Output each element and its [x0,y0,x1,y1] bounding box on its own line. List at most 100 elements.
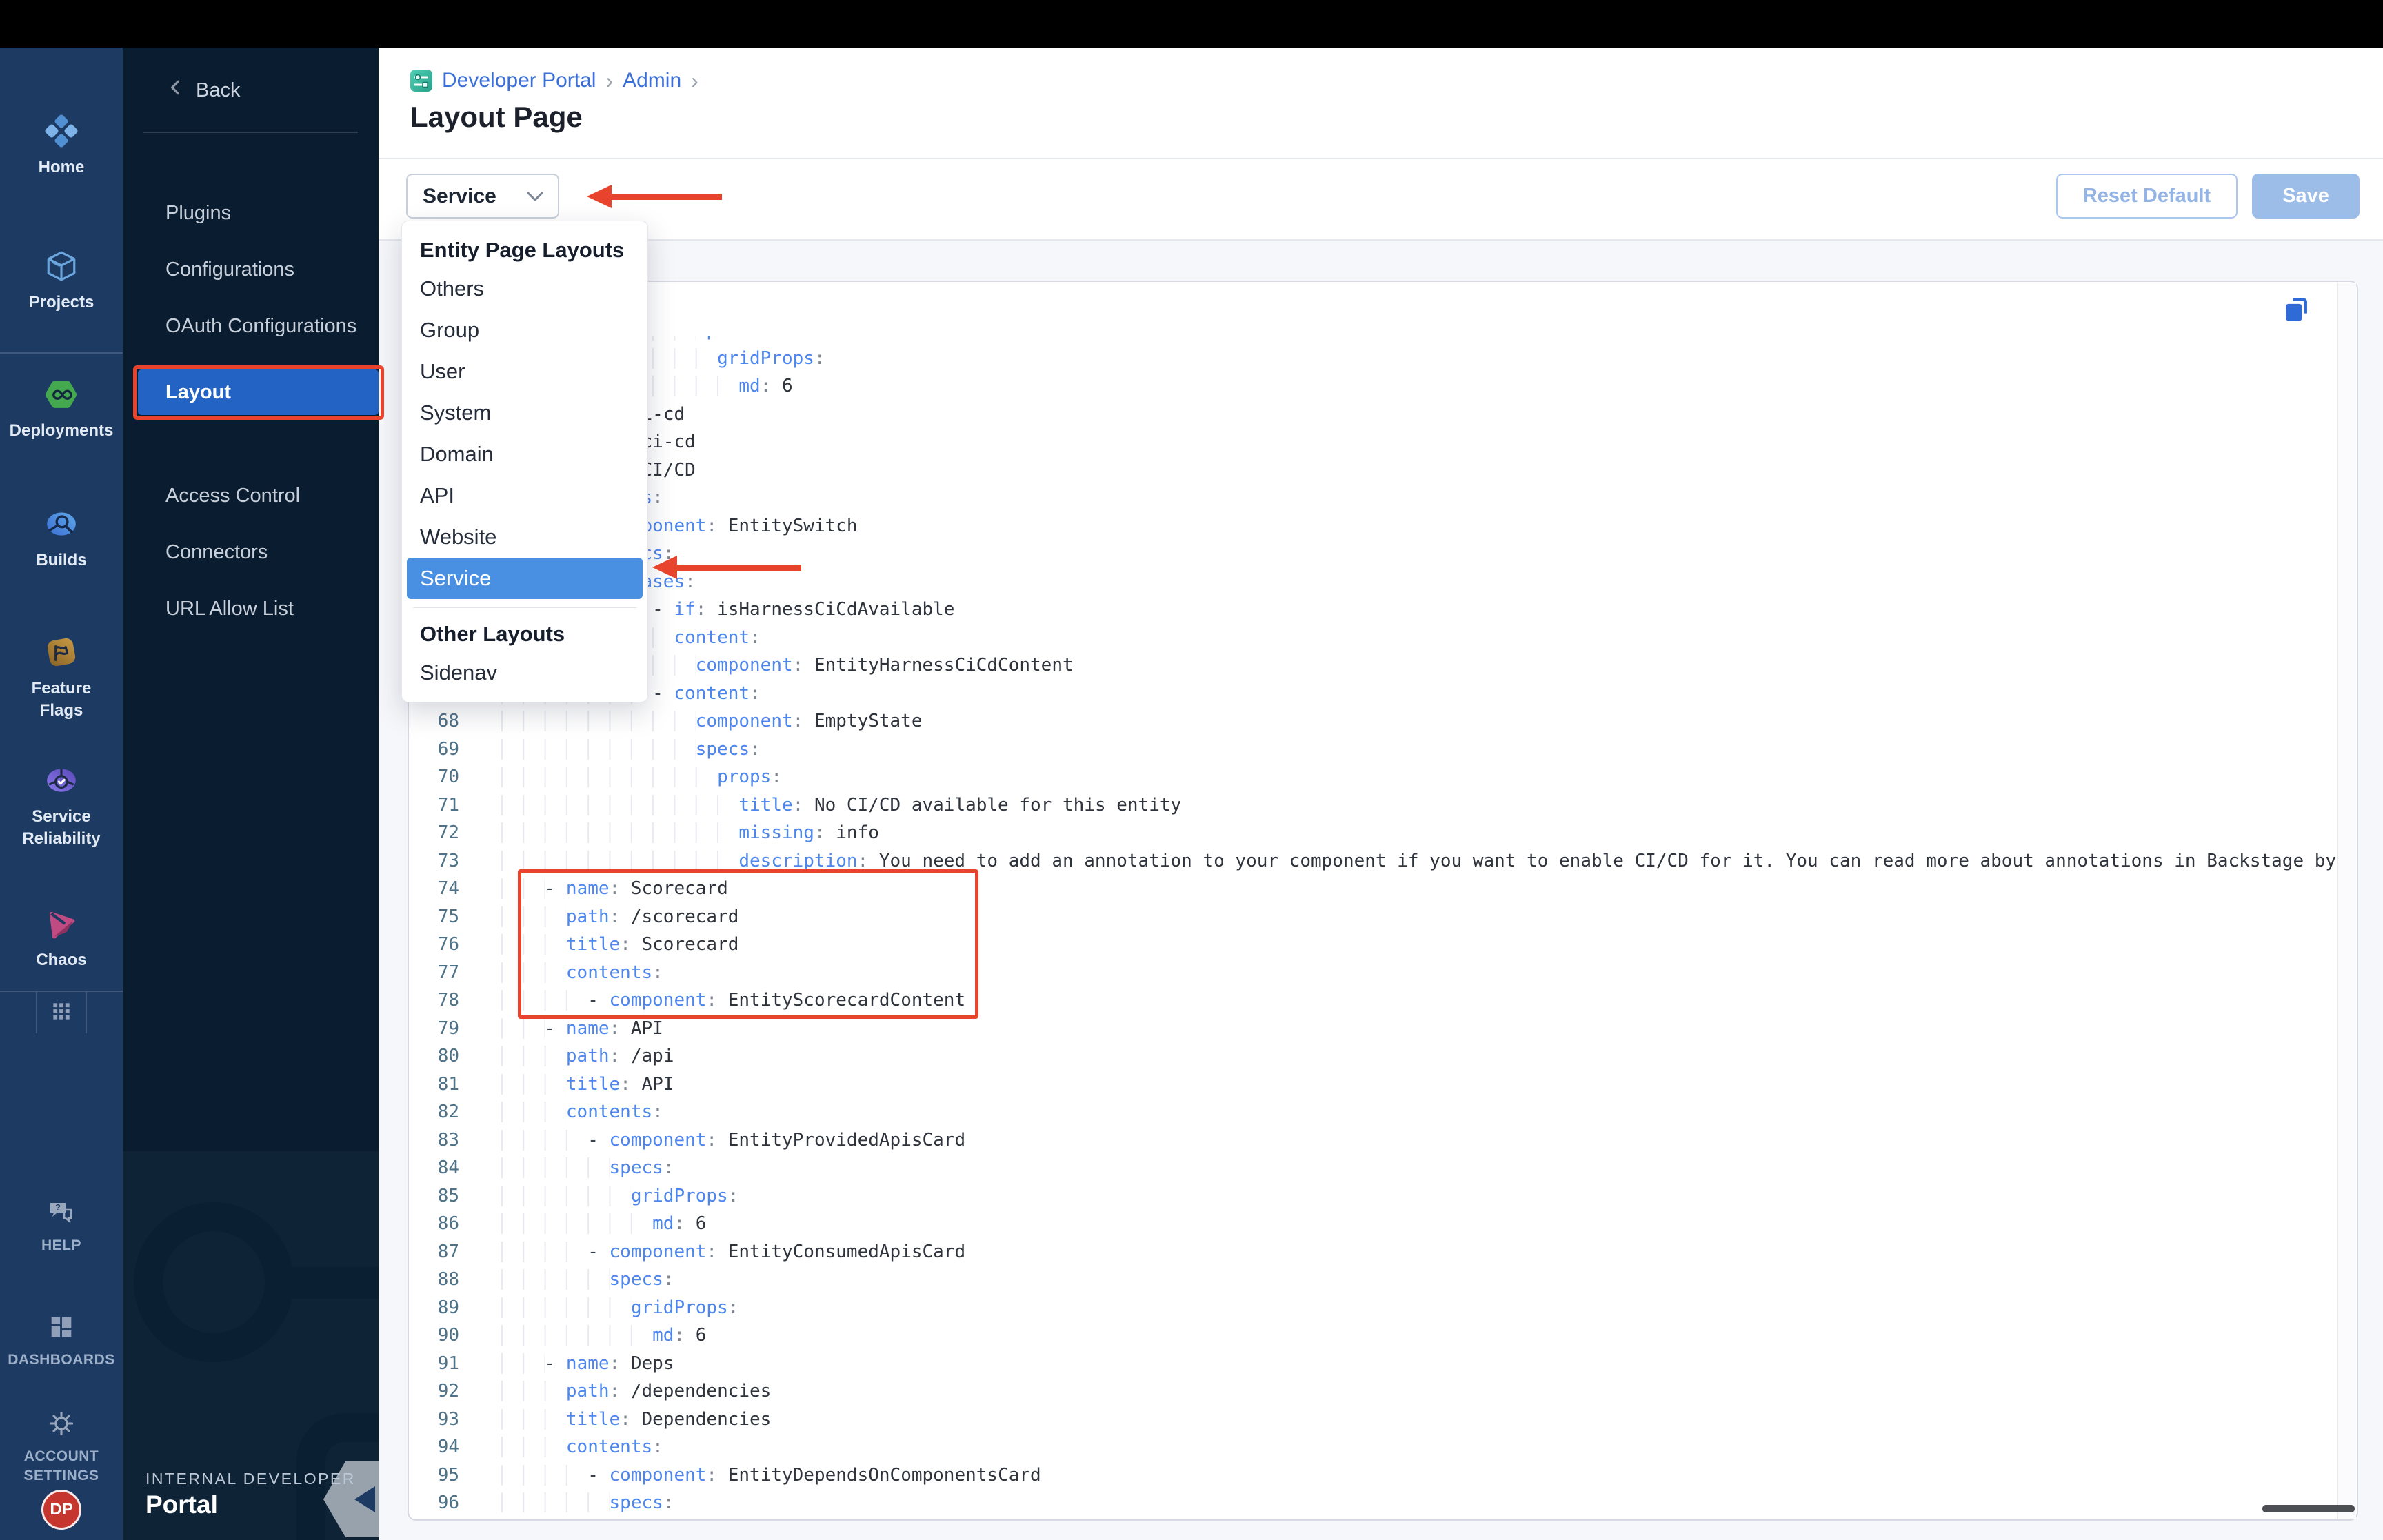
code-line: 89 gridProps: [408,1294,2336,1322]
line-number: 84 [437,1157,459,1179]
breadcrumb-admin[interactable]: Admin [623,69,681,92]
line-number: 80 [437,1046,459,1067]
sidebar-item-dashboards[interactable]: DASHBOARDS [0,1312,123,1370]
admin-nav-item-access-control[interactable]: Access Control [123,473,379,518]
line-number: 95 [437,1464,459,1486]
service-reliability-icon [44,763,79,798]
code-line: 60contents: [408,484,2336,512]
code-line: 70 props: [408,763,2336,791]
save-button[interactable]: Save [2252,174,2360,219]
menu-item-system[interactable]: System [402,392,647,434]
menu-item-api[interactable]: API [402,475,647,516]
deployments-icon [44,377,79,412]
back-button[interactable]: Back [123,69,379,112]
menu-item-group[interactable]: Group [402,310,647,351]
sidebar-item-service-reliability[interactable]: Service Reliability [0,763,123,849]
sidebar-item-chaos[interactable]: Chaos [0,906,123,971]
sidebar-item-home[interactable]: Home [0,114,123,179]
decor-bar [276,1267,379,1299]
code-lines: 54specs:55gridProps:56md: 657- name: ci-… [408,336,2336,1512]
line-number: 69 [437,738,459,760]
menu-item-sidenav[interactable]: Sidenav [402,652,647,693]
code-line: 56md: 6 [408,372,2336,401]
code-line: 86 md: 6 [408,1210,2336,1238]
code-line: 73 description: You need to add an annota… [408,847,2336,875]
menu-item-others[interactable]: Others [402,268,647,310]
home-icon [44,114,79,148]
line-number: 68 [437,711,459,732]
module-browser-button[interactable] [36,992,87,1033]
code-line: 68 component: EmptyState [408,707,2336,736]
code-line: 62specs: [408,540,2336,568]
breadcrumb-developer-portal[interactable]: Developer Portal [442,69,596,92]
code-line: 93 title: Dependencies [408,1406,2336,1434]
feature-flags-icon [44,635,79,669]
code-line: 88 specs: [408,1266,2336,1294]
admin-nav-item-layout[interactable]: Layout [138,369,379,415]
line-number: 78 [437,990,459,1011]
menu-group-label: Entity Page Layouts [420,238,625,262]
module-sidebar: Home Projects Deployments Builds Feature… [0,48,123,1540]
menu-item-service-selected[interactable]: Service [407,558,643,599]
code-line: 91- name: Deps [408,1350,2336,1378]
menu-item-domain[interactable]: Domain [402,434,647,475]
layout-type-select[interactable]: Service [406,174,559,219]
code-line: 81 title: API [408,1071,2336,1099]
layout-type-dropdown-menu: Entity Page Layouts Others Group User Sy… [401,221,648,702]
admin-nav-item-plugins[interactable]: Plugins [123,190,379,236]
brand-line1: INTERNAL DEVELOPER [145,1470,356,1488]
chevron-left-icon [168,79,183,102]
sidebar-item-help[interactable]: ? HELP [0,1197,123,1255]
line-number: 94 [437,1437,459,1458]
line-number: 91 [437,1352,459,1374]
vertical-scrollbar[interactable] [2337,283,2356,1519]
sidebar-item-feature-flags[interactable]: Feature Flags [0,635,123,721]
horizontal-scrollbar-thumb[interactable] [2262,1505,2355,1512]
gear-icon [46,1408,77,1439]
code-line: 94 contents: [408,1433,2336,1461]
code-line: 57- name: ci-cd [408,401,2336,429]
code-line: 65content: [408,624,2336,652]
code-line: 92 path: /dependencies [408,1377,2336,1406]
code-line: 59title: CI/CD [408,456,2336,485]
code-line: 95- component: EntityDependsOnComponents… [408,1461,2336,1490]
code-line: 78- component: EntityScorecardContent [408,986,2336,1015]
code-line: 75 path: /scorecard [408,903,2336,931]
admin-nav-item-configurations[interactable]: Configurations [123,247,379,292]
menu-item-user[interactable]: User [402,351,647,392]
code-line: 67- content: [408,680,2336,708]
line-number: 85 [437,1185,459,1206]
menu-item-website[interactable]: Website [402,516,647,558]
reset-default-button[interactable]: Reset Default [2056,174,2238,219]
code-line: 61- component: EntitySwitch [408,512,2336,540]
line-number: 70 [437,767,459,788]
code-line: 96 specs: [408,1489,2336,1512]
code-line: 85 gridProps: [408,1182,2336,1210]
code-line: 87- component: EntityConsumedApisCard [408,1238,2336,1266]
line-number: 77 [437,962,459,983]
code-line: 83- component: EntityProvidedApisCard [408,1126,2336,1155]
line-number: 73 [437,850,459,871]
user-avatar[interactable]: DP [41,1490,81,1530]
sidebar-item-projects[interactable]: Projects [0,249,123,314]
menu-divider [413,607,636,608]
copy-icon[interactable] [2281,295,2311,325]
admin-nav-item-oauth-configurations[interactable]: OAuth Configurations [123,303,379,349]
admin-nav-item-connectors[interactable]: Connectors [123,529,379,575]
line-number: 86 [437,1213,459,1235]
line-number: 96 [437,1492,459,1512]
code-line: 76 title: Scorecard [408,931,2336,959]
code-viewport[interactable]: 54specs:55gridProps:56md: 657- name: ci-… [408,336,2337,1512]
page-title: Layout Page [410,101,583,133]
sidebar-item-builds[interactable]: Builds [0,507,123,571]
code-line: 54specs: [408,336,2336,345]
window-top-bar [0,0,2383,48]
sidebar-item-deployments[interactable]: Deployments [0,377,123,442]
line-number: 87 [437,1241,459,1262]
projects-icon [44,249,79,283]
admin-nav-item-url-allow-list[interactable]: URL Allow List [123,586,379,631]
line-number: 81 [437,1073,459,1095]
code-line: 82 contents: [408,1098,2336,1126]
sidebar-item-account-settings[interactable]: ACCOUNT SETTINGS [0,1408,123,1485]
page-header [379,48,2383,159]
